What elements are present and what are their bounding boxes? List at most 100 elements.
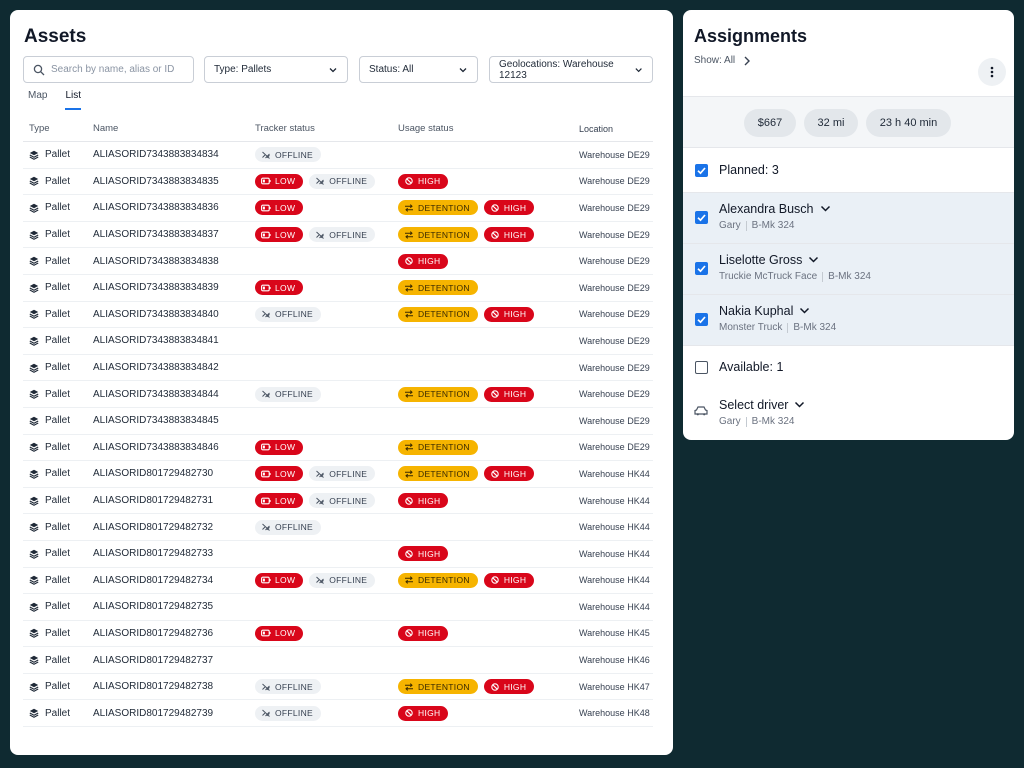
available-checkbox[interactable] — [695, 361, 708, 374]
table-row[interactable]: Pallet ALIASORID801729482736 LOW HIGH Wareho… — [23, 621, 653, 648]
pallet-icon — [29, 256, 39, 266]
table-row[interactable]: Pallet ALIASORID801729482732 OFFLINE Wareho… — [23, 514, 653, 541]
show-all-filter[interactable]: Show: All — [694, 55, 751, 66]
select-driver-dropdown[interactable]: Select driver — [719, 398, 805, 412]
pallet-icon — [29, 150, 39, 160]
table-row[interactable]: Pallet ALIASORID7343883834837 LOW OFFLINE DE… — [23, 222, 653, 249]
table-row[interactable]: Pallet ALIASORID7343883834834 OFFLINE Wareh… — [23, 142, 653, 169]
table-row[interactable]: Pallet ALIASORID801729482731 LOW OFFLINE HIG… — [23, 488, 653, 515]
driver-name-dropdown[interactable]: Nakia Kuphal — [719, 304, 810, 318]
battery-low-icon — [261, 630, 271, 637]
type-label: Pallet — [45, 202, 71, 214]
offline-badge: OFFLINE — [309, 493, 376, 509]
type-cell: Pallet — [23, 575, 93, 586]
table-row[interactable]: Pallet ALIASORID801729482734 LOW OFFLINE DET… — [23, 568, 653, 595]
name-cell: ALIASORID7343883834846 — [93, 441, 219, 453]
divider — [822, 271, 824, 282]
location-cell: Warehouse DE29 — [579, 229, 650, 240]
driver-checkbox[interactable] — [695, 211, 708, 224]
assets-panel: Assets Search by name, alias or ID Type:… — [10, 10, 673, 755]
planned-group-header[interactable]: Planned: 3 — [683, 149, 1014, 193]
geolocation-filter-dropdown[interactable]: Geolocations: Warehouse 12123 — [489, 56, 653, 83]
table-row[interactable]: Pallet ALIASORID801729482737 Warehouse HK4… — [23, 647, 653, 674]
offline-badge: OFFLINE — [309, 466, 376, 482]
driver-checkbox[interactable] — [695, 262, 708, 275]
column-header-tracker-status[interactable]: Tracker status — [255, 123, 398, 134]
column-header-name[interactable]: Name — [93, 123, 255, 134]
table-row[interactable]: Pallet ALIASORID7343883834842 Warehouse DE… — [23, 355, 653, 382]
high-usage-badge: HIGH — [483, 386, 535, 402]
search-placeholder: Search by name, alias or ID — [51, 64, 175, 75]
type-cell: Pallet — [23, 202, 93, 213]
type-cell: Pallet — [23, 655, 93, 666]
chevron-down-icon — [809, 256, 819, 263]
usage-status-cell: DETENTION HIGH — [398, 572, 579, 588]
divider — [745, 220, 747, 231]
table-row[interactable]: Pallet ALIASORID7343883834835 LOW OFFLINE HI… — [23, 169, 653, 196]
detention-badge: DETENTION — [398, 280, 478, 296]
column-header-type[interactable]: Type — [23, 123, 93, 134]
pallet-icon — [29, 310, 39, 320]
available-group-header[interactable]: Available: 1 — [683, 346, 1014, 388]
more-options-button[interactable] — [978, 58, 1006, 86]
unassigned-vehicle-row[interactable]: Select driver Gary B-Mk 324 — [683, 388, 1014, 440]
pin-off-icon — [491, 470, 499, 478]
badge-label: DETENTION — [418, 681, 470, 692]
battery-low-badge: LOW — [255, 173, 304, 189]
table-row[interactable]: Pallet ALIASORID7343883834845 Warehouse DE… — [23, 408, 653, 435]
table-row[interactable]: Pallet ALIASORID7343883834841 Warehouse DE… — [23, 328, 653, 355]
table-row[interactable]: Pallet ALIASORID801729482730 LOW OFFLINE DET… — [23, 461, 653, 488]
table-row[interactable]: Pallet ALIASORID801729482738 OFFLINE DETENT… — [23, 674, 653, 701]
swap-icon — [405, 204, 413, 212]
badge-label: HIGH — [418, 256, 441, 267]
pallet-icon — [29, 443, 39, 453]
table-row[interactable]: Pallet ALIASORID801729482733 HIGH Warehouse… — [23, 541, 653, 568]
driver-name-dropdown[interactable]: Liselotte Gross — [719, 253, 819, 267]
swap-icon — [405, 390, 413, 398]
search-input[interactable]: Search by name, alias or ID — [23, 56, 194, 83]
tracker-status-cell: OFFLINE — [255, 306, 398, 322]
cost-pill: $667 — [744, 109, 796, 137]
vehicle-plate: B-Mk 324 — [828, 271, 871, 282]
pin-off-icon — [405, 629, 413, 638]
column-header-usage-status[interactable]: Usage status — [398, 123, 579, 134]
signal-off-icon — [262, 310, 270, 319]
driver-row[interactable]: Alexandra Busch Gary B-Mk 324 — [683, 193, 1014, 244]
table-row[interactable]: Pallet ALIASORID7343883834846 LOW DETENTION… — [23, 435, 653, 462]
vehicle-name: Gary — [719, 416, 741, 427]
status-filter-dropdown[interactable]: Status: All — [359, 56, 478, 83]
tab-map[interactable]: Map — [28, 90, 47, 110]
high-usage-badge: HIGH — [483, 227, 535, 243]
table-row[interactable]: Pallet ALIASORID7343883834839 LOW DETENTION… — [23, 275, 653, 302]
table-row[interactable]: Pallet ALIASORID801729482739 OFFLINE HIGH Wa… — [23, 700, 653, 728]
swap-icon — [405, 230, 413, 239]
chevron-down-icon — [459, 67, 467, 72]
usage-status-cell: DETENTION HIGH — [398, 306, 579, 322]
badge-label: DETENTION — [418, 468, 470, 479]
tab-list[interactable]: List — [65, 90, 82, 110]
table-row[interactable]: Pallet ALIASORID7343883834838 HIGH Warehous… — [23, 248, 653, 275]
table-row[interactable]: Pallet ALIASORID7343883834844 OFFLINE DETEN… — [23, 381, 653, 408]
driver-row[interactable]: Nakia Kuphal Monster Truck B-Mk 324 — [683, 295, 1014, 346]
tracker-status-cell: OFFLINE — [255, 386, 398, 402]
car-icon — [694, 406, 708, 416]
table-row[interactable]: Pallet ALIASORID801729482735 Warehouse HK4… — [23, 594, 653, 621]
badge-label: HIGH — [418, 495, 441, 506]
column-header-location[interactable]: Location — [579, 124, 653, 134]
driver-name-dropdown[interactable]: Alexandra Busch — [719, 202, 831, 216]
pin-off-icon — [405, 257, 413, 265]
table-row[interactable]: Pallet ALIASORID7343883834840 OFFLINE DETEN… — [23, 302, 653, 329]
type-cell: Pallet — [23, 628, 93, 639]
table-row[interactable]: Pallet ALIASORID7343883834836 LOW DETENTION… — [23, 195, 653, 222]
name-cell: ALIASORID801729482738 — [93, 681, 214, 693]
type-filter-dropdown[interactable]: Type: Pallets — [204, 56, 348, 83]
planned-checkbox[interactable] — [695, 164, 708, 177]
badge-label: LOW — [275, 282, 296, 293]
tracker-status-cell: OFFLINE — [255, 519, 398, 535]
driver-checkbox[interactable] — [695, 313, 708, 326]
detention-badge: DETENTION — [398, 200, 478, 216]
driver-row[interactable]: Liselotte Gross Truckie McTruck Face B-M… — [683, 244, 1014, 295]
name-cell: ALIASORID801729482735 — [93, 601, 214, 613]
usage-status-cell: DETENTION HIGH — [398, 200, 579, 216]
table-body: Pallet ALIASORID7343883834834 OFFLINE Wareh… — [23, 142, 653, 728]
